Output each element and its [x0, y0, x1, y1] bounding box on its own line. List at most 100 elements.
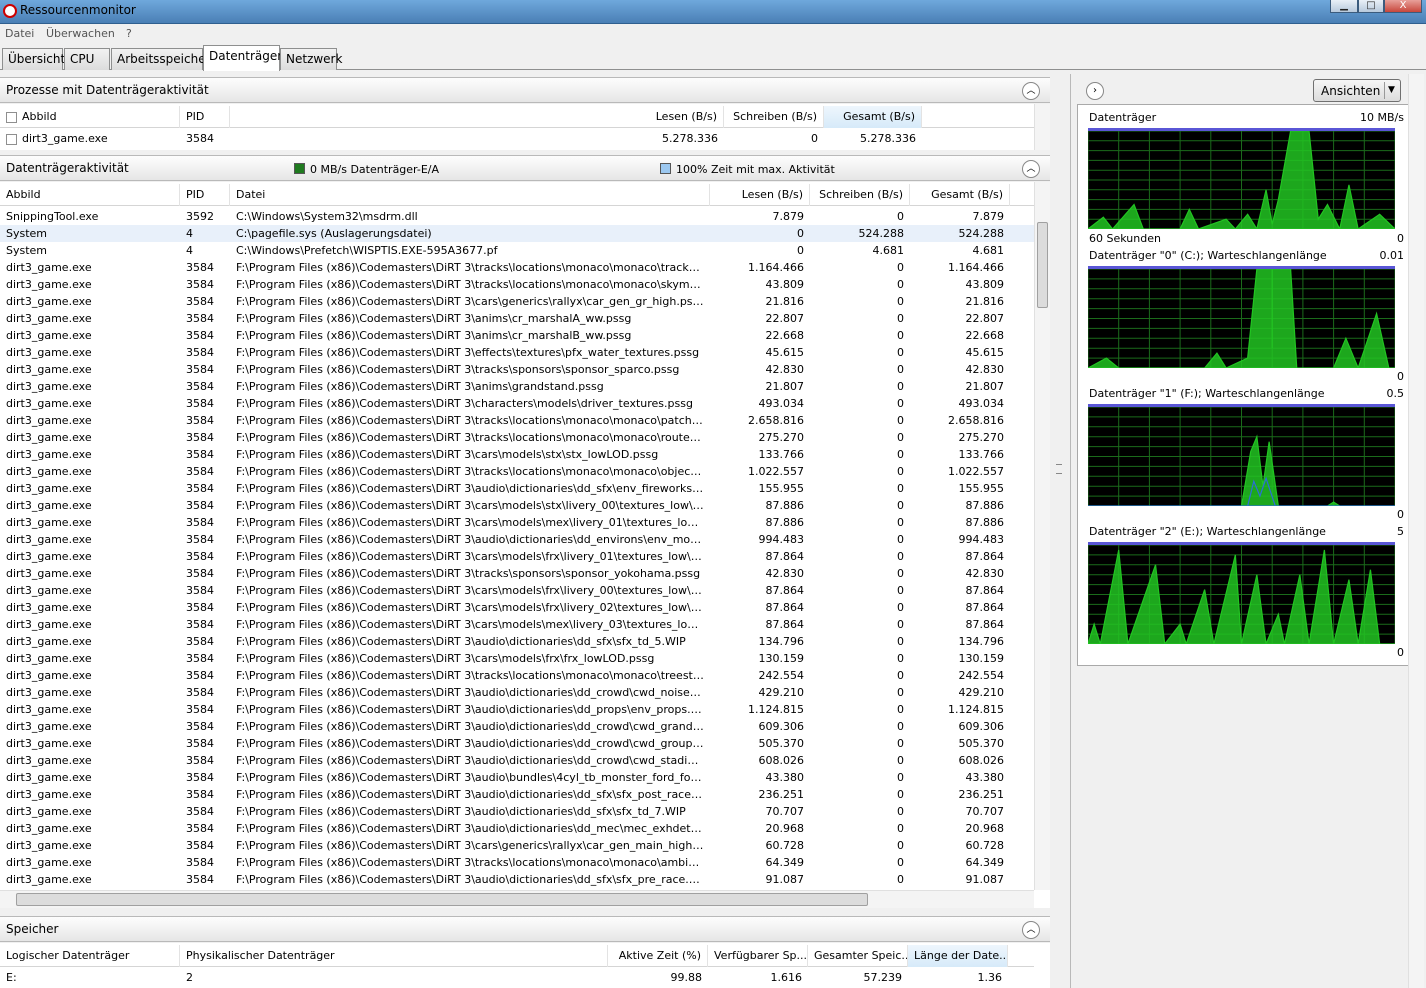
- col-abbild[interactable]: Abbild: [0, 106, 180, 128]
- table-row[interactable]: dirt3_game.exe 3584 F:\Program Files (x86)…: [0, 429, 1034, 446]
- col-datei[interactable]: Datei: [230, 184, 710, 206]
- graph-max: 0.01: [1379, 249, 1405, 262]
- table-row[interactable]: dirt3_game.exe 3584 F:\Program Files (x86)…: [0, 327, 1034, 344]
- col-pid[interactable]: PID: [180, 184, 230, 206]
- table-row[interactable]: dirt3_game.exe 3584 F:\Program Files (x86)…: [0, 395, 1034, 412]
- cell-lesen: 42.830: [765, 363, 805, 376]
- col-schreiben[interactable]: Schreiben (B/s): [724, 106, 824, 128]
- processes-scrollbar[interactable]: [1034, 104, 1050, 150]
- tab-cpu[interactable]: CPU: [64, 48, 110, 70]
- activity-vertical-scrollbar[interactable]: [1034, 182, 1050, 890]
- table-row[interactable]: dirt3_game.exe 3584 F:\Program Files (x86)…: [0, 803, 1034, 820]
- table-row[interactable]: dirt3_game.exe 3584 F:\Program Files (x86)…: [0, 616, 1034, 633]
- table-row[interactable]: dirt3_game.exe 3584 F:\Program Files (x86)…: [0, 565, 1034, 582]
- table-row[interactable]: SnippingTool.exe 3592 C:\Windows\System32\…: [0, 208, 1034, 225]
- menu-datei[interactable]: Datei: [5, 27, 34, 40]
- cell-abbild: dirt3_game.exe: [6, 295, 92, 308]
- table-row[interactable]: dirt3_game.exe 3584 F:\Program Files (x86)…: [0, 786, 1034, 803]
- tab-uebersicht[interactable]: Übersicht: [2, 48, 65, 70]
- row-checkbox[interactable]: [6, 133, 17, 145]
- close-button[interactable]: X: [1384, 0, 1422, 13]
- col-lesen[interactable]: Lesen (B/s): [710, 184, 810, 206]
- col-queue-length[interactable]: Länge der Date...: [908, 945, 1008, 967]
- table-row[interactable]: System 4 C:\pagefile.sys (Auslagerungsdate…: [0, 225, 1034, 242]
- minimize-button[interactable]: ▁: [1330, 0, 1358, 13]
- collapse-activity-button[interactable]: ︿: [1022, 160, 1040, 178]
- col-logical[interactable]: Logischer Datenträger: [0, 945, 180, 967]
- col-schreiben[interactable]: Schreiben (B/s): [810, 184, 910, 206]
- table-row[interactable]: dirt3_game.exe 3584 F:\Program Files (x86)…: [0, 667, 1034, 684]
- table-row[interactable]: dirt3_game.exe 3584 F:\Program Files (x86)…: [0, 497, 1034, 514]
- table-row[interactable]: dirt3_game.exe 3584 F:\Program Files (x86)…: [0, 854, 1034, 871]
- table-row[interactable]: dirt3_game.exe 3584 F:\Program Files (x86)…: [0, 276, 1034, 293]
- table-row[interactable]: dirt3_game.exe 3584 F:\Program Files (x86)…: [0, 514, 1034, 531]
- activity-panel-header[interactable]: Datenträgeraktivität 0 MB/s Datenträger-…: [0, 155, 1050, 181]
- table-row[interactable]: dirt3_game.exe 3584 F:\Program Files (x86)…: [0, 463, 1034, 480]
- col-lesen[interactable]: Lesen (B/s): [230, 106, 724, 128]
- table-row[interactable]: dirt3_game.exe 3584 F:\Program Files (x86)…: [0, 599, 1034, 616]
- table-row[interactable]: dirt3_game.exe 3584 F:\Program Files (x86)…: [0, 480, 1034, 497]
- table-row[interactable]: System 4 C:\Windows\Prefetch\WISPTIS.EXE-5…: [0, 242, 1034, 259]
- table-row[interactable]: dirt3_game.exe 3584 F:\Program Files (x86)…: [0, 378, 1034, 395]
- col-gesamt[interactable]: Gesamt (B/s): [824, 106, 922, 128]
- collapse-processes-button[interactable]: ︿: [1022, 82, 1040, 100]
- table-row[interactable]: dirt3_game.exe 3584 F:\Program Files (x86)…: [0, 701, 1034, 718]
- table-row[interactable]: dirt3_game.exe 3584 F:\Program Files (x86)…: [0, 735, 1034, 752]
- chevron-right-icon[interactable]: ›: [1086, 82, 1104, 100]
- table-row[interactable]: dirt3_game.exe 3584 F:\Program Files (x86)…: [0, 582, 1034, 599]
- tab-arbeitsspeicher[interactable]: Arbeitsspeicher: [111, 48, 211, 70]
- table-row[interactable]: dirt3_game.exe 3584 F:\Program Files (x86)…: [0, 361, 1034, 378]
- table-row[interactable]: dirt3_game.exe 3584 F:\Program Files (x86)…: [0, 412, 1034, 429]
- table-row[interactable]: dirt3_game.exe 3584 F:\Program Files (x86)…: [0, 718, 1034, 735]
- scroll-thumb[interactable]: [1037, 222, 1048, 308]
- table-row[interactable]: dirt3_game.exe 3584 F:\Program Files (x86)…: [0, 837, 1034, 854]
- table-row[interactable]: dirt3_game.exe 3584 F:\Program Files (x86)…: [0, 871, 1034, 888]
- cell-schreiben: 0: [897, 771, 904, 784]
- storage-table: Logischer Datenträger Physikalischer Dat…: [0, 943, 1050, 988]
- cell-pid: 4: [186, 227, 193, 240]
- storage-panel-header[interactable]: Speicher ︿: [0, 916, 1050, 942]
- table-row[interactable]: dirt3_game.exe 3584 F:\Program Files (x86)…: [0, 633, 1034, 650]
- table-row[interactable]: dirt3_game.exe 3584 F:\Program Files (x86)…: [0, 769, 1034, 786]
- pane-splitter[interactable]: [1052, 74, 1068, 988]
- table-row[interactable]: dirt3_game.exe 3584 F:\Program Files (x86)…: [0, 650, 1034, 667]
- table-row[interactable]: dirt3_game.exe 3584 F:\Program Files (x86)…: [0, 310, 1034, 327]
- activity-horizontal-scrollbar[interactable]: [0, 890, 1034, 908]
- collapse-storage-button[interactable]: ︿: [1022, 921, 1040, 939]
- table-row[interactable]: dirt3_game.exe 3584 F:\Program Files (x86)…: [0, 446, 1034, 463]
- table-row[interactable]: dirt3_game.exe 3584 F:\Program Files (x86)…: [0, 344, 1034, 361]
- col-total-space[interactable]: Gesamter Speic...: [808, 945, 908, 967]
- processes-panel-header[interactable]: Prozesse mit Datenträgeraktivität ︿: [0, 77, 1050, 103]
- cell-abbild: dirt3_game.exe: [6, 856, 92, 869]
- tab-datentraeger[interactable]: Datenträger: [203, 45, 282, 71]
- table-row[interactable]: dirt3_game.exe 3584 F:\Program Files (x86)…: [0, 293, 1034, 310]
- col-active-time[interactable]: Aktive Zeit (%): [608, 945, 708, 967]
- cell-gesamt: 133.766: [958, 448, 1005, 461]
- col-gesamt[interactable]: Gesamt (B/s): [910, 184, 1010, 206]
- menu-help[interactable]: ?: [126, 27, 132, 40]
- maximize-button[interactable]: □: [1358, 0, 1384, 13]
- table-row[interactable]: dirt3_game.exe 3584 F:\Program Files (x86)…: [0, 820, 1034, 837]
- table-row[interactable]: dirt3_game.exe 3584 F:\Program Files (x86)…: [0, 531, 1034, 548]
- table-row[interactable]: dirt3_game.exe 3584 F:\Program Files (x86)…: [0, 548, 1034, 565]
- table-row[interactable]: dirt3_game.exe 3584 F:\Program Files (x86)…: [0, 684, 1034, 701]
- col-free-space[interactable]: Verfügbarer Sp...: [708, 945, 808, 967]
- legend-green-swatch: [294, 163, 305, 174]
- col-physical[interactable]: Physikalischer Datenträger: [180, 945, 608, 967]
- table-row[interactable]: dirt3_game.exe 3584 F:\Program Files (x86)…: [0, 752, 1034, 769]
- cell-gesamt: 91.087: [965, 873, 1005, 886]
- select-all-checkbox[interactable]: [6, 111, 17, 123]
- tab-netzwerk[interactable]: Netzwerk: [280, 48, 342, 70]
- col-abbild[interactable]: Abbild: [0, 184, 180, 206]
- h-scroll-thumb[interactable]: [16, 893, 868, 906]
- cell-schreiben: 0: [897, 550, 904, 563]
- col-pid[interactable]: PID: [180, 106, 230, 128]
- menu-ueberwachen[interactable]: Überwachen: [46, 27, 115, 40]
- cell-abbild: dirt3_game.exe: [6, 380, 92, 393]
- graph-pane-scrollbar[interactable]: [1408, 74, 1424, 988]
- cell-datei: C:\pagefile.sys (Auslagerungsdatei): [236, 227, 432, 240]
- table-row[interactable]: dirt3_game.exe 3584 5.278.336 0 5.278.33…: [0, 130, 1034, 147]
- table-row[interactable]: dirt3_game.exe 3584 F:\Program Files (x86)…: [0, 259, 1034, 276]
- table-row[interactable]: E: 2 99.88 1.616 57.239 1.36: [0, 969, 1034, 986]
- views-button[interactable]: Ansichten ▼: [1313, 79, 1401, 102]
